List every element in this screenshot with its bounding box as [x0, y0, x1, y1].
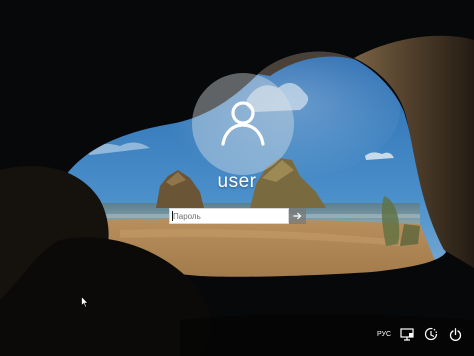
password-input[interactable] — [169, 208, 289, 224]
language-indicator[interactable]: РУС — [373, 325, 395, 343]
lock-screen: user РУС — [0, 0, 474, 356]
text-caret — [172, 211, 173, 221]
mouse-pointer-icon — [81, 296, 89, 308]
ease-of-access-icon — [424, 327, 438, 341]
username-label: user — [217, 171, 257, 192]
network-button[interactable] — [397, 325, 417, 343]
password-box — [169, 208, 306, 224]
submit-button[interactable] — [289, 208, 306, 224]
user-silhouette-icon — [221, 101, 265, 146]
arrow-right-icon — [293, 212, 302, 220]
power-icon — [449, 327, 461, 341]
power-button[interactable] — [445, 325, 465, 343]
network-icon — [400, 327, 414, 341]
ease-of-access-button[interactable] — [421, 325, 441, 343]
user-avatar — [192, 73, 294, 175]
